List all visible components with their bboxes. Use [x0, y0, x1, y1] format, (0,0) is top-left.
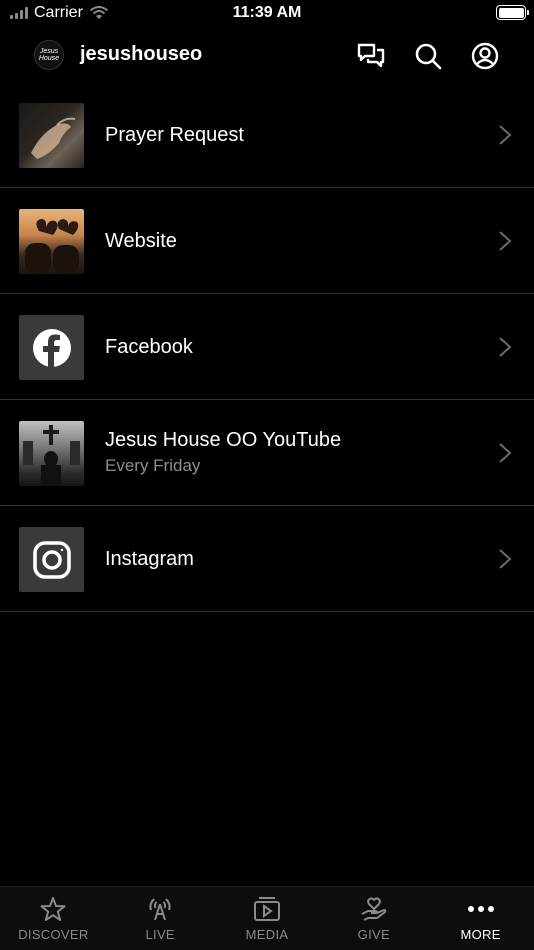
- tab-media[interactable]: MEDIA: [214, 887, 321, 950]
- chevron-right-icon: [499, 549, 512, 569]
- tab-label: DISCOVER: [18, 927, 89, 942]
- media-player-icon: [253, 895, 281, 923]
- app-header: Jesus House jesushouseo: [0, 30, 534, 80]
- church-logo[interactable]: Jesus House: [34, 40, 64, 70]
- list-item-title: Instagram: [105, 548, 194, 570]
- chevron-right-icon: [499, 337, 512, 357]
- messages-icon[interactable]: [356, 41, 386, 71]
- more-dots-icon: [467, 895, 495, 923]
- battery-icon: [496, 5, 529, 20]
- tab-label: MORE: [460, 927, 501, 942]
- list-item-title: Facebook: [105, 336, 193, 358]
- list-item-title: Prayer Request: [105, 124, 244, 146]
- app-title: jesushouseo: [80, 43, 203, 65]
- star-icon: [39, 895, 67, 923]
- status-time: 11:39 AM: [232, 4, 302, 21]
- list-item-prayer-request[interactable]: Prayer Request: [0, 82, 534, 188]
- status-bar: Carrier 11:39 AM: [0, 0, 534, 28]
- chevron-right-icon: [499, 231, 512, 251]
- church-cross-thumbnail: [19, 421, 84, 486]
- tab-label: LIVE: [145, 927, 175, 942]
- tab-more[interactable]: MORE: [427, 887, 534, 950]
- tab-label: GIVE: [357, 927, 390, 942]
- list-item-facebook[interactable]: Facebook: [0, 294, 534, 400]
- list-item-instagram[interactable]: Instagram: [0, 506, 534, 612]
- heart-hands-sunset-thumbnail: [19, 209, 84, 274]
- tab-label: MEDIA: [245, 927, 289, 942]
- instagram-icon: [19, 527, 84, 592]
- list-item-title: Website: [105, 230, 177, 252]
- list-item-subtitle: Every Friday: [105, 456, 201, 475]
- broadcast-icon: [146, 895, 174, 923]
- list-item-youtube[interactable]: Jesus House OO YouTube Every Friday: [0, 400, 534, 506]
- profile-icon[interactable]: [470, 41, 500, 71]
- tab-discover[interactable]: DISCOVER: [0, 887, 107, 950]
- list-item-website[interactable]: Website: [0, 188, 534, 294]
- tab-live[interactable]: LIVE: [107, 887, 214, 950]
- more-menu-list: Prayer Request Website Facebook Jesus Ho…: [0, 82, 534, 612]
- list-item-title: Jesus House OO YouTube: [105, 429, 342, 451]
- tab-give[interactable]: GIVE: [320, 887, 427, 950]
- chevron-right-icon: [499, 125, 512, 145]
- facebook-icon: [19, 315, 84, 380]
- tab-bar: DISCOVER LIVE MEDIA GIVE MORE: [0, 886, 534, 950]
- give-hand-heart-icon: [360, 895, 388, 923]
- praying-hands-thumbnail: [19, 103, 84, 168]
- search-icon[interactable]: [413, 41, 443, 71]
- chevron-right-icon: [499, 443, 512, 463]
